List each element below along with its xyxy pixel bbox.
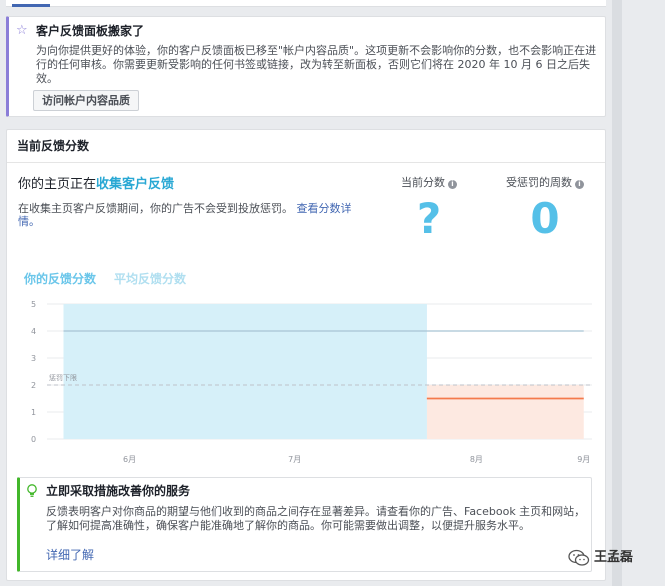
page-scrollbar[interactable] [612,0,622,586]
current-score-metric: 当前分数 i ? [387,176,471,242]
card-title: 当前反馈分数 [17,139,90,153]
penalty-zone-area [426,385,584,439]
status-description-text: 在收集主页客户反馈期间，你的广告不会受到投放惩罚。 [18,202,293,215]
info-icon[interactable]: i [575,180,584,189]
x-tick-label: 8月 [470,455,483,464]
lightbulb-icon [27,484,37,497]
collecting-period-overlay [63,304,427,439]
legend-your-score[interactable]: 你的反馈分数 [24,272,96,287]
y-tick-label: 4 [31,327,36,336]
penalty-weeks-metric: 受惩罚的周数 i 0 [495,176,595,242]
notice-title: 客户反馈面板搬家了 [36,24,145,38]
y-tick-label: 0 [31,435,36,444]
tip-title: 立即采取措施改善你的服务 [46,484,191,498]
active-tab-indicator[interactable] [12,4,50,7]
status-description: 在收集主页客户反馈期间，你的广告不会受到投放惩罚。 查看分数详情。 [18,202,363,228]
watermark: 王孟磊 [568,548,633,568]
improve-service-tip: 立即采取措施改善你的服务 反馈表明客户对你商品的期望与他们收到的商品之间存在显著… [17,477,592,572]
y-tick-label: 1 [31,408,36,417]
x-tick-label: 7月 [288,455,301,464]
y-tick-label: 3 [31,354,36,363]
legend-average-score[interactable]: 平均反馈分数 [114,272,186,287]
card-header: 当前反馈分数 [7,130,605,163]
feedback-score-chart: 0 1 2 3 4 5 惩罚下限 6月 7月 8月 9月 [31,300,592,464]
current-score-value: ? [416,194,442,243]
penalty-weeks-label: 受惩罚的周数 [506,176,572,189]
current-score-label: 当前分数 [401,176,445,189]
penalty-weeks-value: 0 [530,194,560,243]
tab-bar-background [6,0,606,7]
top-tab-bar [0,0,665,10]
y-tick-label: 2 [31,381,36,390]
y-tick-label: 5 [31,300,36,309]
info-icon[interactable]: i [448,180,457,189]
star-icon: ☆ [16,23,28,38]
page-status: 你的主页正在收集客户反馈 [18,176,174,194]
visit-account-quality-button[interactable]: 访问帐户内容品质 [33,90,139,111]
wechat-icon [568,549,590,566]
feedback-score-card: 当前反馈分数 你的主页正在收集客户反馈 在收集主页客户反馈期间，你的广告不会受到… [6,129,606,581]
learn-more-link[interactable]: 详细了解 [46,548,94,563]
status-prefix: 你的主页正在 [18,177,97,192]
status-highlight: 收集客户反馈 [96,177,175,192]
penalty-threshold-label: 惩罚下限 [49,373,77,382]
tip-body: 反馈表明客户对你商品的期望与他们收到的商品之间存在显著差异。请查看你的广告、Fa… [46,505,586,532]
watermark-text: 王孟磊 [594,550,634,565]
x-tick-label: 6月 [123,455,136,464]
x-tick-label: 9月 [577,455,590,464]
notice-body: 为向你提供更好的体验，你的客户反馈面板已移至"帐户内容品质"。这项更新不会影响你… [36,44,597,85]
